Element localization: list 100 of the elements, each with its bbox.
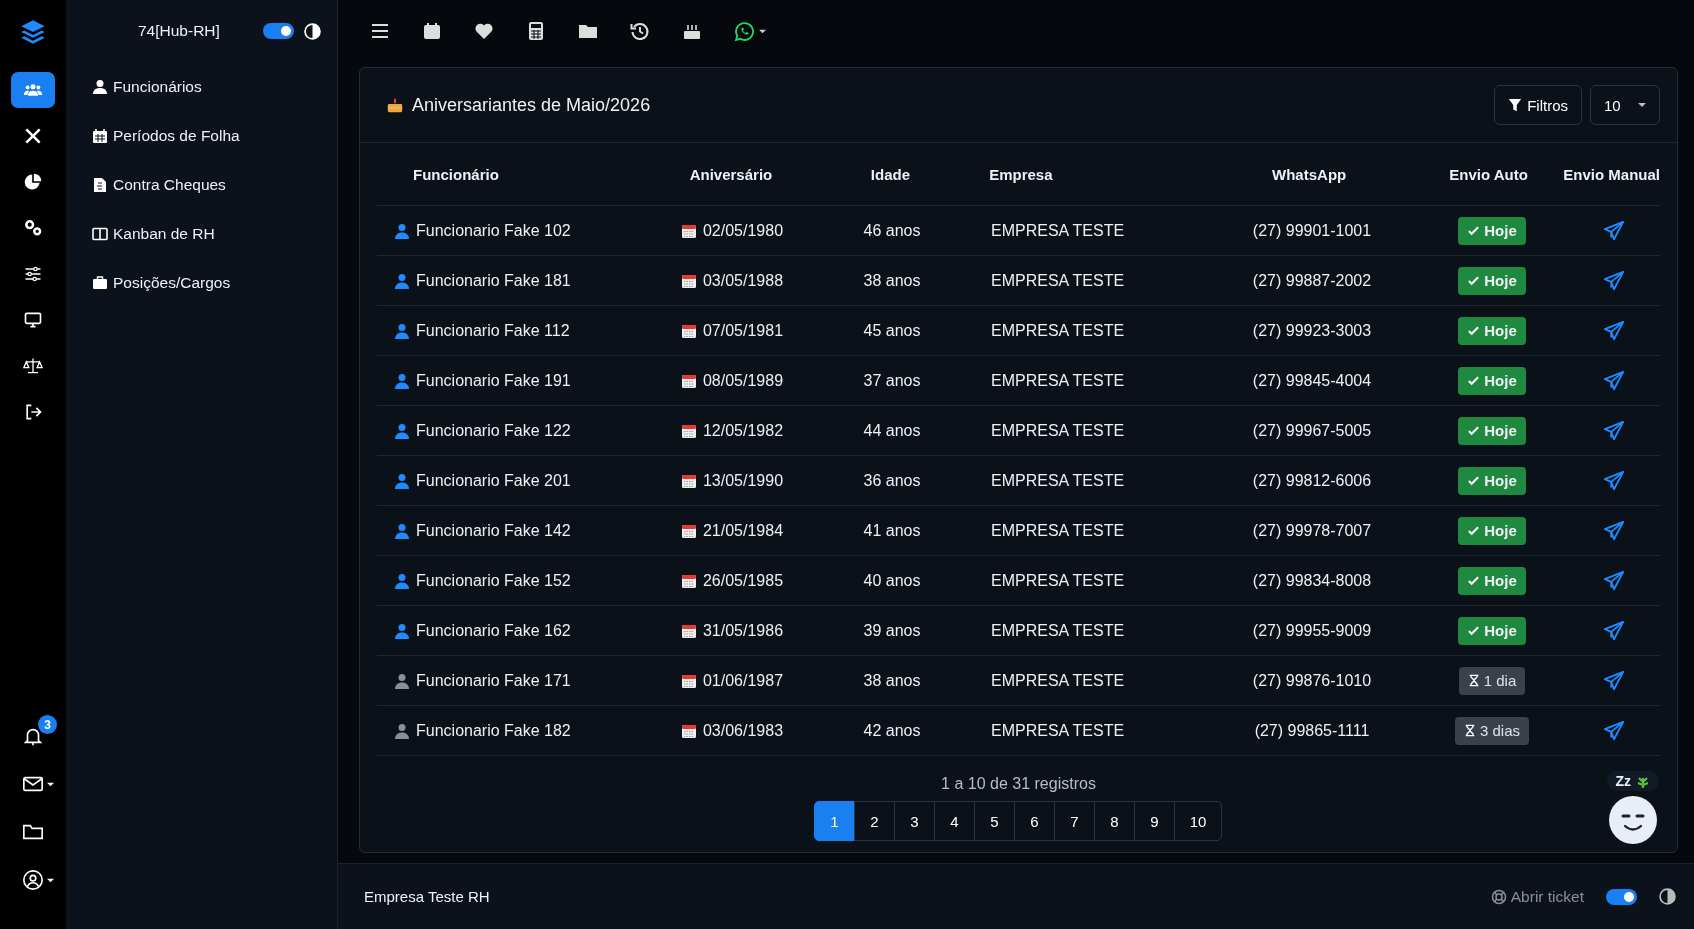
age-cell-text: 37 anos bbox=[862, 371, 922, 390]
smiley-bot-icon[interactable] bbox=[1608, 795, 1659, 845]
send-icon[interactable] bbox=[1602, 419, 1625, 442]
send-icon[interactable] bbox=[1602, 319, 1625, 342]
send-icon[interactable] bbox=[1602, 619, 1625, 642]
column-header: WhatsApp bbox=[1271, 165, 1348, 183]
birthday-date: 07/05/1981 bbox=[702, 321, 784, 340]
company-cell-text: EMPRESA TESTE bbox=[990, 421, 1126, 440]
send-icon[interactable] bbox=[1602, 269, 1625, 292]
caret-icon[interactable] bbox=[47, 780, 54, 788]
page-button[interactable]: 6 bbox=[1014, 801, 1055, 841]
sidebar-item[interactable]: Contra Cheques bbox=[92, 160, 337, 209]
page-button[interactable]: 1 bbox=[814, 801, 855, 841]
history-icon[interactable] bbox=[630, 21, 650, 41]
user-circle-icon[interactable] bbox=[22, 869, 44, 891]
heart-icon[interactable] bbox=[474, 21, 494, 41]
person-icon bbox=[394, 622, 410, 639]
company-cell-text: EMPRESA TESTE bbox=[990, 221, 1126, 240]
page-button[interactable]: 8 bbox=[1094, 801, 1135, 841]
caret-icon[interactable] bbox=[759, 27, 766, 35]
columns-icon bbox=[92, 225, 108, 242]
employee-name: Funcionario Fake 122 bbox=[416, 421, 571, 440]
status-badge: Hoje bbox=[1458, 416, 1526, 445]
employee-name: Funcionario Fake 181 bbox=[416, 271, 571, 290]
sidebar-item[interactable]: Kanban de RH bbox=[92, 209, 337, 258]
age-cell-text: 45 anos bbox=[862, 321, 922, 340]
status-badge: 1 dia bbox=[1458, 666, 1526, 695]
column-header: Envio Auto bbox=[1448, 165, 1529, 183]
birthday-date: 13/05/1990 bbox=[702, 471, 784, 490]
person-icon bbox=[394, 472, 410, 489]
employee-name: Funcionario Fake 201 bbox=[416, 471, 571, 490]
card-title: Aniversariantes de Maio/2026 bbox=[412, 94, 651, 116]
calendar-icon bbox=[92, 127, 108, 144]
calendar-icon bbox=[680, 622, 697, 639]
page-button[interactable]: 7 bbox=[1054, 801, 1095, 841]
company-cell-text: EMPRESA TESTE bbox=[990, 471, 1126, 490]
employee-name: Funcionario Fake 152 bbox=[416, 571, 571, 590]
person-icon bbox=[394, 672, 410, 689]
phone-cell-text: (27) 99887-2002 bbox=[1251, 271, 1373, 290]
age-cell-text: 41 anos bbox=[862, 521, 922, 540]
send-icon[interactable] bbox=[1602, 369, 1625, 392]
person-icon bbox=[394, 272, 410, 289]
column-header: Empresa bbox=[988, 165, 1054, 183]
send-icon[interactable] bbox=[1602, 669, 1625, 692]
birthday-date: 26/05/1985 bbox=[702, 571, 784, 590]
calculator-icon[interactable] bbox=[526, 21, 546, 41]
send-icon[interactable] bbox=[1602, 719, 1625, 742]
page-size-select[interactable]: 10 bbox=[1590, 85, 1660, 125]
user-icon bbox=[92, 78, 108, 95]
send-icon[interactable] bbox=[1602, 519, 1625, 542]
layers-logo-icon[interactable] bbox=[19, 18, 47, 46]
birthday-date: 08/05/1989 bbox=[702, 371, 784, 390]
birthday-date: 31/05/1986 bbox=[702, 621, 784, 640]
phone-cell-text: (27) 99901-1001 bbox=[1251, 221, 1373, 240]
app-title: 74[Hub-RH] bbox=[138, 22, 221, 40]
page-button[interactable]: 9 bbox=[1134, 801, 1175, 841]
sidebar-item[interactable]: Posições/Cargos bbox=[92, 258, 337, 307]
employee-name: Funcionario Fake 191 bbox=[416, 371, 571, 390]
page-button[interactable]: 2 bbox=[854, 801, 895, 841]
age-cell-text: 42 anos bbox=[862, 721, 922, 740]
page-button[interactable]: 3 bbox=[894, 801, 935, 841]
calendar-icon bbox=[680, 672, 697, 689]
contrast-icon[interactable] bbox=[1659, 888, 1676, 905]
users-icon[interactable] bbox=[11, 72, 55, 108]
toggle-switch[interactable] bbox=[1606, 888, 1637, 905]
cake-icon bbox=[386, 96, 404, 114]
company-name: Empresa Teste RH bbox=[364, 888, 490, 905]
sidebar-item[interactable]: Funcionários bbox=[92, 62, 337, 111]
company-cell-text: EMPRESA TESTE bbox=[990, 371, 1126, 390]
status-badge: Hoje bbox=[1458, 616, 1526, 645]
employee-name: Funcionario Fake 182 bbox=[416, 721, 571, 740]
calendar-icon bbox=[680, 422, 697, 439]
status-badge: Hoje bbox=[1458, 316, 1526, 345]
send-icon[interactable] bbox=[1602, 569, 1625, 592]
page-button[interactable]: 10 bbox=[1174, 801, 1222, 841]
whatsapp-icon[interactable] bbox=[734, 20, 755, 42]
employee-name: Funcionario Fake 102 bbox=[416, 221, 571, 240]
person-icon bbox=[394, 222, 410, 239]
menu-icon[interactable] bbox=[370, 21, 390, 41]
calendar-icon[interactable] bbox=[422, 21, 442, 41]
send-icon[interactable] bbox=[1602, 219, 1625, 242]
caret-icon[interactable] bbox=[47, 876, 54, 884]
page-button[interactable]: 4 bbox=[934, 801, 975, 841]
phone-cell-text: (27) 99978-7007 bbox=[1251, 521, 1373, 540]
notification-badge: 3 bbox=[38, 715, 57, 734]
calendar-icon bbox=[680, 272, 697, 289]
birthday-date: 01/06/1987 bbox=[702, 671, 784, 690]
page-button[interactable]: 5 bbox=[974, 801, 1015, 841]
phone-cell-text: (27) 99845-4004 bbox=[1251, 371, 1373, 390]
employee-name: Funcionario Fake 171 bbox=[416, 671, 571, 690]
birthday-date: 21/05/1984 bbox=[702, 521, 784, 540]
sidebar-item[interactable]: Períodos de Folha bbox=[92, 111, 337, 160]
send-icon[interactable] bbox=[1602, 469, 1625, 492]
phone-cell-text: (27) 99865-1111 bbox=[1253, 721, 1371, 740]
company-cell-text: EMPRESA TESTE bbox=[990, 271, 1126, 290]
toggle-switch[interactable] bbox=[263, 23, 294, 39]
calendar-icon bbox=[680, 372, 697, 389]
open-ticket-link[interactable]: Abrir ticket bbox=[1490, 887, 1584, 906]
filter-button[interactable]: Filtros bbox=[1494, 85, 1582, 125]
person-icon bbox=[394, 522, 410, 539]
